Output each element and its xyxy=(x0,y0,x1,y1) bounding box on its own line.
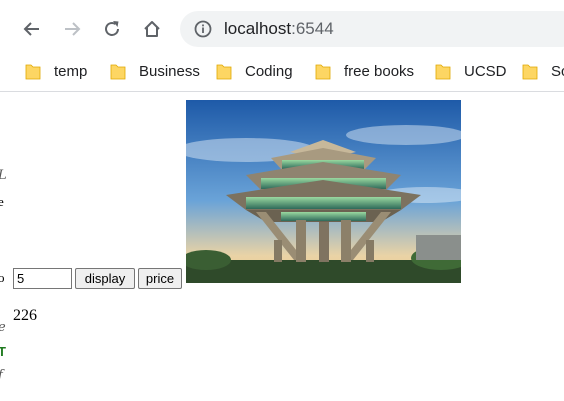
bookmark-free-books[interactable]: free books xyxy=(315,59,414,83)
folder-icon xyxy=(315,64,331,79)
bookmark-temp[interactable]: temp xyxy=(25,59,87,83)
bookmark-sc[interactable]: Sc xyxy=(522,59,564,83)
address-bar[interactable]: localhost:6544 xyxy=(180,11,564,47)
edge-text-fragment: L xyxy=(0,168,7,183)
edge-text-fragment: T xyxy=(0,344,6,359)
info-icon[interactable] xyxy=(194,20,212,38)
folder-icon xyxy=(522,64,538,79)
bookmark-ucsd[interactable]: UCSD xyxy=(435,59,507,83)
bookmark-label: Sc xyxy=(551,62,564,80)
forward-arrow-icon xyxy=(65,22,81,36)
reload-icon xyxy=(105,21,119,36)
price-button[interactable]: price xyxy=(138,268,182,289)
bookmark-business[interactable]: Business xyxy=(110,59,200,83)
edge-text-fragment: e xyxy=(0,320,6,335)
url-text: localhost:6544 xyxy=(224,19,334,39)
home-icon xyxy=(144,21,160,37)
edge-text-fragment: e xyxy=(0,194,4,209)
folder-icon xyxy=(110,64,126,79)
folder-icon xyxy=(435,64,451,79)
bookmark-label: Coding xyxy=(245,62,293,80)
browser-toolbar: localhost:6544 xyxy=(0,0,564,53)
folder-icon xyxy=(216,64,232,79)
display-button[interactable]: display xyxy=(75,268,135,289)
url-port: :6544 xyxy=(291,19,334,38)
back-button[interactable] xyxy=(15,12,49,46)
reload-button[interactable] xyxy=(95,12,129,46)
bookmark-label: Business xyxy=(139,62,200,80)
home-button[interactable] xyxy=(135,12,169,46)
building-photo xyxy=(186,100,461,283)
url-host: localhost xyxy=(224,19,292,38)
forward-button[interactable] xyxy=(55,12,89,46)
bookmark-label: UCSD xyxy=(464,62,507,80)
bookmark-coding[interactable]: Coding xyxy=(216,59,293,83)
bookmarks-bar: temp Business Coding free books UCSD Sc xyxy=(0,53,564,89)
result-text: 226 xyxy=(13,307,37,324)
edge-text-fragment: o xyxy=(0,270,5,285)
bookmark-label: temp xyxy=(54,62,88,80)
edge-text-fragment: f xyxy=(0,368,3,383)
folder-icon xyxy=(25,64,41,79)
bookmark-label: free books xyxy=(344,62,415,80)
chrome-divider xyxy=(0,91,564,92)
back-arrow-icon xyxy=(23,22,39,36)
quantity-input[interactable] xyxy=(13,268,72,289)
